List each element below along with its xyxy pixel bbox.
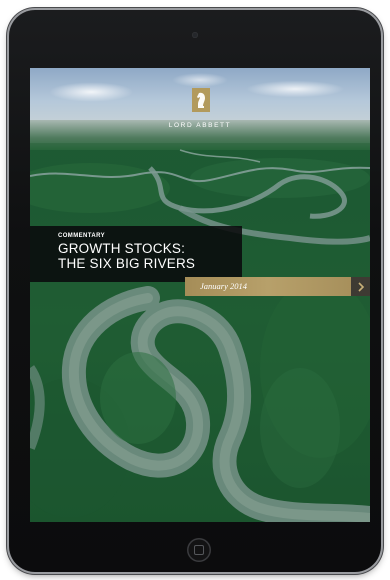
page-title: GROWTH STOCKS: THE SIX BIG RIVERS [58,241,195,271]
brand-name: LORD ABBETT [168,122,232,129]
section-kicker: COMMENTARY [58,233,105,239]
headline-line-2: THE SIX BIG RIVERS [58,256,196,271]
home-button-icon [194,545,204,555]
front-camera [192,32,198,38]
chevron-right-icon [357,281,364,292]
lord-abbett-logo [192,88,210,112]
next-page-button[interactable] [351,277,370,296]
home-button[interactable] [187,538,211,562]
headline-line-1: GROWTH STOCKS: [58,241,186,256]
publication-date: January 2014 [200,281,247,291]
app-screen: LORD ABBETT COMMENTARY GROWTH STOCKS: TH… [30,68,370,522]
knight-chess-icon [197,92,205,108]
